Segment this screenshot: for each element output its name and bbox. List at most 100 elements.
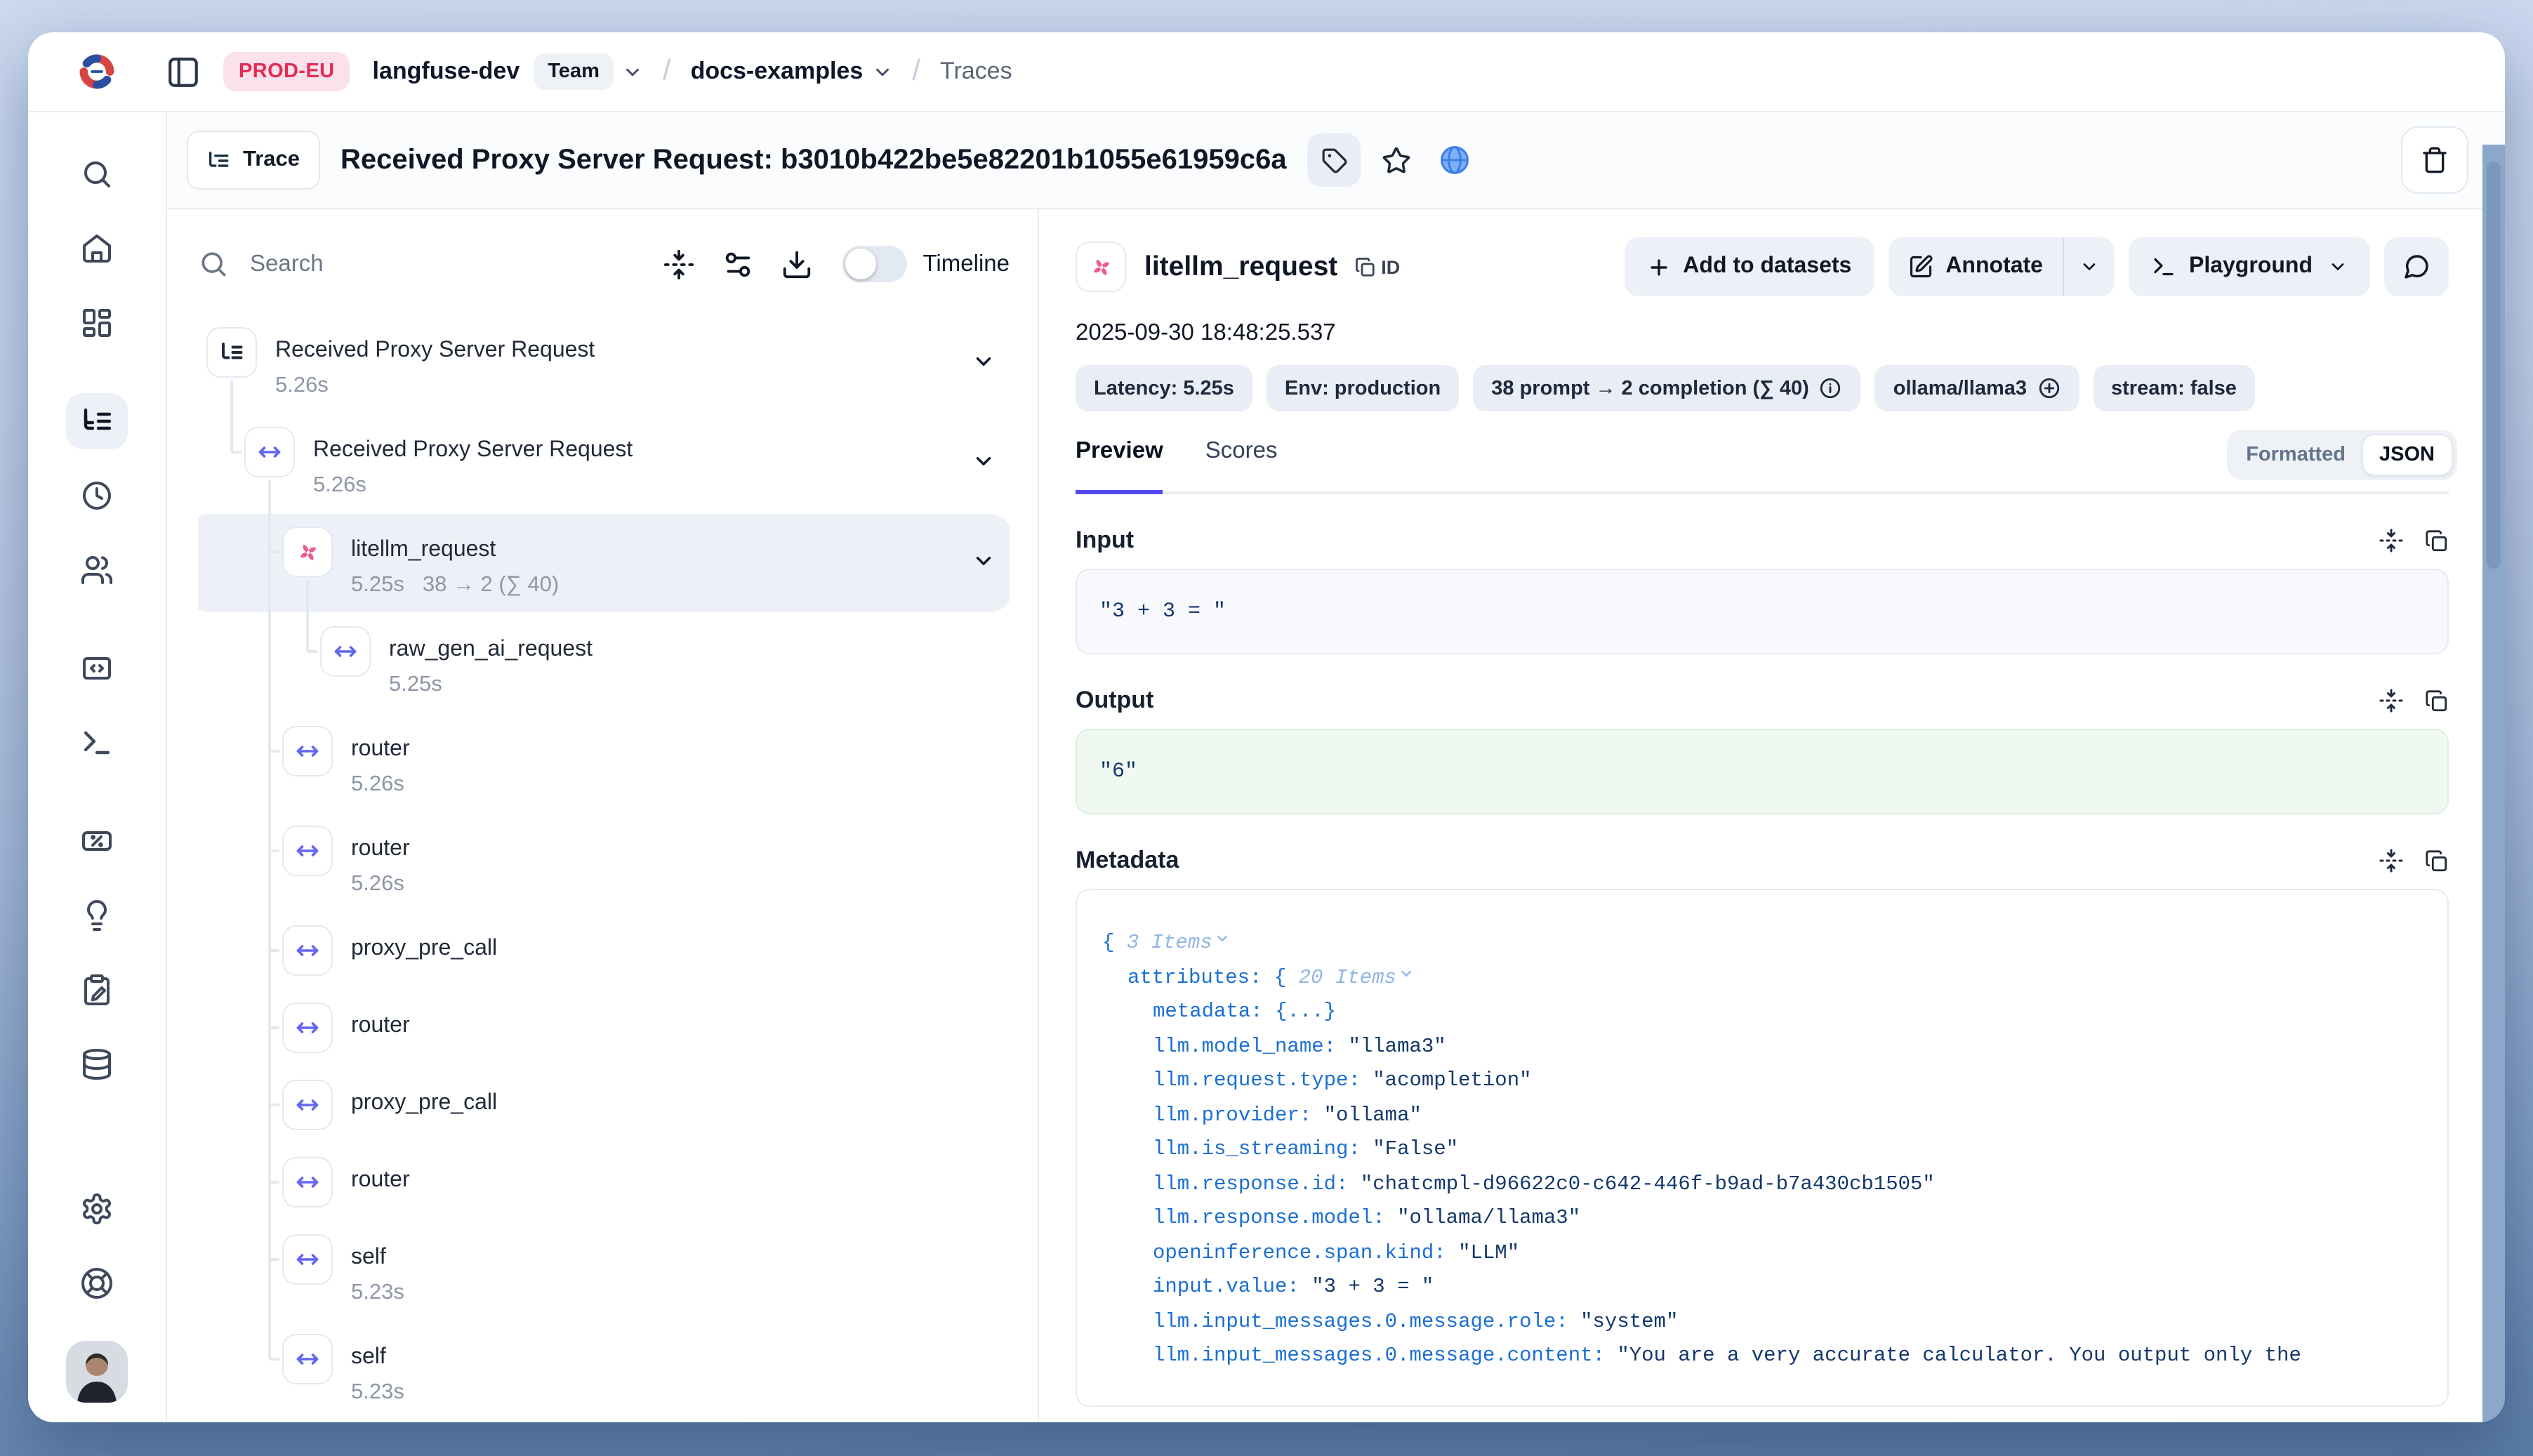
json-collapse-chevron-icon[interactable] [1215,931,1231,946]
tree-row-received-proxy-server-request[interactable]: Received Proxy Server Request5.26s [198,327,1010,400]
rail-item-clipboard-pen[interactable] [66,962,128,1018]
tab-preview[interactable]: Preview [1076,438,1163,494]
rail-item-percent-box[interactable] [66,813,128,869]
trace-icon [219,340,244,365]
search-icon [80,157,114,191]
org-chevron-down-icon[interactable] [622,61,643,82]
rail-item-file-code[interactable] [66,640,128,696]
tree-row-proxy-pre-call[interactable]: proxy_pre_call [198,925,1010,976]
rail-item-users[interactable] [66,542,128,598]
fold-vertical-icon[interactable] [2379,528,2404,553]
add-to-datasets-button[interactable]: Add to datasets [1624,237,1874,296]
users-icon [80,553,114,587]
tree-row-proxy-pre-call[interactable]: proxy_pre_call [198,1080,1010,1130]
rail-item-clock[interactable] [66,468,128,524]
json-line: metadata: {...} [1102,995,2422,1030]
collapse-all-button[interactable] [663,248,696,280]
terminal-icon [2151,254,2176,279]
playground-button[interactable]: Playground [2129,237,2370,296]
globe-icon [1440,145,1471,176]
bookmark-star-button[interactable] [1373,136,1420,184]
observation-detail-panel: litellm_request ID [1039,209,2505,1422]
tags-button[interactable] [1308,133,1361,187]
badge-label: stream: false [2111,377,2237,399]
trace-tree-panel: Timeline Received Proxy Server Request5.… [167,209,1039,1422]
json-item-count: 3 Items [1127,932,1212,955]
annotate-dropdown-button[interactable] [2064,237,2115,296]
rail-item-database[interactable] [66,1036,128,1092]
rail-item-lightbulb[interactable] [66,887,128,944]
user-avatar[interactable] [66,1341,128,1403]
span-name: raw_gen_ai_request [389,626,593,664]
json-line: llm.response.id: "chatcmpl-d96622c0-c642… [1102,1167,2422,1202]
chevron-down-icon [2079,257,2099,277]
span-duration: 5.26s [313,472,366,500]
tree-row-self[interactable]: self5.23s [198,1334,1010,1407]
badge-38-prompt-2-completion-40-[interactable]: 38 prompt → 2 completion (∑ 40) [1473,365,1861,411]
collapse-chevron-icon[interactable] [972,350,996,373]
annotate-button[interactable]: Annotate [1888,237,2063,296]
rail-item-terminal[interactable] [66,715,128,771]
fold-vertical-icon[interactable] [2379,848,2404,873]
tree-search-input[interactable] [247,249,421,279]
breadcrumb-section[interactable]: Traces [940,58,1012,86]
copy-id-button[interactable]: ID [1354,256,1400,277]
breadcrumb-project[interactable]: docs-examples [691,58,864,86]
json-line: { 3 Items [1102,927,2422,961]
json-collapse-chevron-icon[interactable] [1399,965,1415,981]
tree-row-self[interactable]: self5.23s [198,1234,1010,1307]
tree-row-litellm-request[interactable]: litellm_request5.25s38 → 2 (∑ 40) [198,527,1010,600]
breadcrumb-org[interactable]: langfuse-dev [373,58,520,86]
rail-item-lifebuoy[interactable] [66,1255,128,1311]
tree-search[interactable] [198,249,637,279]
collapse-chevron-icon[interactable] [972,549,996,573]
project-chevron-down-icon[interactable] [871,61,892,82]
copy-icon[interactable] [2425,528,2449,553]
copy-icon[interactable] [2425,688,2449,713]
copy-icon[interactable] [2425,848,2449,873]
tree-row-router[interactable]: router5.26s [198,726,1010,799]
json-value: "llama3" [1348,1035,1446,1058]
public-sharing-button[interactable] [1431,136,1479,184]
format-option-formatted[interactable]: Formatted [2230,435,2361,475]
rail-item-search[interactable] [66,146,128,202]
comments-button[interactable] [2384,237,2449,296]
rail-item-gear[interactable] [66,1181,128,1237]
span-type-badge [282,1234,333,1285]
copy-id-label: ID [1381,256,1400,277]
chevron-down-icon [2328,257,2348,277]
json-value: "chatcmpl-d96622c0-c642-446f-b9ad-b7a430… [1361,1173,1935,1196]
tab-scores[interactable]: Scores [1205,438,1278,491]
timeline-toggle[interactable] [843,246,908,282]
sidebar-toggle-button[interactable] [166,54,201,89]
rail-item-home[interactable] [66,220,128,277]
langfuse-logo[interactable] [28,52,166,91]
tree-row-router[interactable]: router [198,1157,1010,1207]
tree-settings-button[interactable] [722,248,755,280]
json-value: "LLM" [1458,1242,1519,1264]
span-type-badge [282,1080,333,1130]
badge-ollama-llama3[interactable]: ollama/llama3 [1875,365,2079,411]
json-line: llm.input_messages.0.message.content: "Y… [1102,1339,2422,1374]
rail-item-list-tree[interactable] [66,393,128,449]
tree-row-router[interactable]: router5.26s [198,826,1010,899]
collapse-chevron-icon[interactable] [972,449,996,473]
tree-row-received-proxy-server-request[interactable]: Received Proxy Server Request5.26s [198,427,1010,500]
download-button[interactable] [781,248,814,280]
tree-row-router[interactable]: router [198,1002,1010,1053]
fold-vertical-icon[interactable] [2379,688,2404,713]
format-option-json[interactable]: JSON [2361,434,2453,476]
lightbulb-icon [80,899,114,932]
main-scrollbar[interactable] [2482,145,2505,1422]
scrollbar-thumb[interactable] [2487,161,2501,569]
metadata-json-viewer[interactable]: { 3 Itemsattributes: { 20 Itemsmetadata:… [1076,889,2449,1407]
badge-stream: stream: false [2093,365,2255,411]
json-key: llm.response.model: [1153,1207,1385,1230]
span-metrics: 5.26s [275,372,595,400]
json-key: llm.response.id: [1153,1173,1348,1196]
tree-row-raw-gen-ai-request[interactable]: raw_gen_ai_request5.25s [198,626,1010,699]
delete-trace-button[interactable] [2401,126,2468,194]
rail-item-dashboard[interactable] [66,295,128,351]
span-name: router [351,1157,410,1195]
span-type-badge [320,626,371,677]
